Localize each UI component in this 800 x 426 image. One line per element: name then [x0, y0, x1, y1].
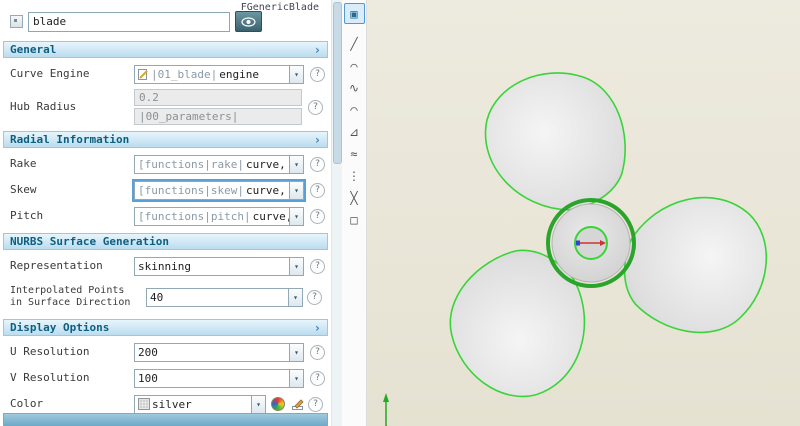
u-resolution-label: U Resolution	[10, 345, 90, 359]
tool-strip: ▣ ╱ ⌒ ∿ ◠ ⊿ ≈ ⋮ ╳ □	[342, 0, 367, 426]
help-icon[interactable]: ?	[308, 396, 323, 412]
curve-tool[interactable]: ◠	[345, 100, 364, 119]
pen-icon: ╱	[350, 36, 358, 51]
name-input[interactable]	[28, 11, 230, 32]
hub-radius-link-field: |00_parameters|	[134, 108, 302, 125]
curve-engine-dropdown[interactable]: ▾	[289, 65, 303, 83]
pitch-field[interactable]: [functions|pitch|curve, 2] ▾	[134, 206, 304, 226]
section-header-radial-information[interactable]: Radial Information ›	[3, 131, 328, 148]
spline-tool[interactable]: ∿	[345, 78, 364, 97]
curve-icon: ◠	[350, 102, 358, 117]
select-icon: ▣	[350, 6, 358, 21]
u-resolution-dropdown[interactable]: ▾	[289, 343, 303, 361]
help-icon[interactable]: ?	[310, 66, 325, 82]
skew-field[interactable]: [functions|skew|curve, 0.7] ▾	[132, 178, 306, 202]
cross-tool[interactable]: ╳	[345, 188, 364, 207]
help-icon[interactable]: ?	[307, 289, 322, 305]
chevron-right-icon: ›	[313, 42, 321, 57]
properties-panel: FGenericBlade General › Curve Engine	[0, 0, 331, 426]
interpolated-points-row: Interpolated Points in Surface Direction…	[0, 279, 331, 315]
edit-color-button[interactable]	[289, 396, 306, 412]
chevron-right-icon: ›	[313, 132, 321, 147]
pen-tool[interactable]: ╱	[345, 34, 364, 53]
representation-field[interactable]: skinning ▾	[134, 256, 304, 276]
select-tool[interactable]: ▣	[343, 3, 365, 24]
color-palette-button[interactable]	[269, 396, 286, 412]
triangle-icon: ⊿	[348, 124, 360, 139]
object-type-title: FGenericBlade	[240, 2, 319, 13]
cross-icon: ╳	[350, 190, 358, 205]
engine-doc-icon	[138, 69, 148, 80]
rake-dropdown[interactable]: ▾	[289, 155, 303, 173]
v-resolution-dropdown[interactable]: ▾	[289, 369, 303, 387]
rake-row: Rake [functions|rake|curve, 1] ▾ ?	[0, 151, 331, 177]
v-resolution-field[interactable]: 100 ▾	[134, 368, 304, 388]
z-axis-marker-icon	[576, 240, 580, 246]
interpolated-points-dropdown[interactable]: ▾	[288, 288, 302, 306]
hub-radius-row: Hub Radius 0.2 |00_parameters| ?	[0, 87, 331, 127]
help-icon[interactable]: ?	[310, 182, 325, 198]
section-header-nurbs-surface-generation[interactable]: NURBS Surface Generation	[3, 233, 328, 250]
v-resolution-label: V Resolution	[10, 371, 90, 385]
color-swatch	[138, 398, 150, 410]
help-icon[interactable]: ?	[310, 208, 325, 224]
u-resolution-row: U Resolution 200 ▾ ?	[0, 339, 331, 365]
curve-engine-field[interactable]: |01_blade| engine ▾	[134, 64, 304, 84]
u-resolution-field[interactable]: 200 ▾	[134, 342, 304, 362]
viewport-canvas[interactable]	[367, 0, 800, 426]
section-header-display-options[interactable]: Display Options ›	[3, 319, 328, 336]
spline-icon: ∿	[348, 80, 360, 95]
help-icon[interactable]: ?	[310, 370, 325, 386]
section-header-general[interactable]: General ›	[3, 41, 328, 58]
skew-row: Skew [functions|skew|curve, 0.7] ▾ ?	[0, 177, 331, 203]
scrollbar-thumb[interactable]	[333, 2, 342, 164]
help-icon[interactable]: ?	[310, 258, 325, 274]
wave-tool[interactable]: ≈	[345, 144, 364, 163]
pitch-dropdown[interactable]: ▾	[289, 207, 303, 225]
arc-icon: ⌒	[350, 58, 358, 73]
hub-radius-value-field: 0.2	[134, 89, 302, 106]
help-icon[interactable]: ?	[308, 99, 323, 115]
help-icon[interactable]: ?	[310, 344, 325, 360]
pencil-icon	[291, 399, 304, 410]
points-tool[interactable]: ⋮	[345, 166, 364, 185]
curve-engine-label: Curve Engine	[10, 67, 90, 81]
interpolated-points-field[interactable]: 40 ▾	[146, 287, 303, 307]
color-field[interactable]: silver ▾	[134, 394, 266, 414]
chevron-right-icon: ›	[313, 320, 321, 335]
palette-icon	[270, 397, 285, 411]
points-icon: ⋮	[348, 168, 360, 183]
color-dropdown[interactable]: ▾	[251, 395, 265, 413]
interpolated-points-label: Interpolated Points in Surface Direction	[10, 285, 131, 308]
object-icon	[10, 15, 23, 28]
eye-icon	[241, 16, 256, 27]
representation-row: Representation skinning ▾ ?	[0, 253, 331, 279]
wave-icon: ≈	[350, 146, 358, 161]
curve-engine-row: Curve Engine |01_blade| engine ▾ ?	[0, 61, 331, 87]
rake-label: Rake	[10, 157, 37, 171]
help-icon[interactable]: ?	[310, 156, 325, 172]
triangle-tool[interactable]: ⊿	[345, 122, 364, 141]
representation-label: Representation	[10, 259, 103, 273]
skew-label: Skew	[10, 183, 37, 197]
viewport-3d[interactable]	[367, 0, 800, 426]
color-label: Color	[10, 397, 44, 411]
rake-field[interactable]: [functions|rake|curve, 1] ▾	[134, 154, 304, 174]
skew-dropdown[interactable]: ▾	[289, 181, 303, 199]
app-window: FGenericBlade General › Curve Engine	[0, 0, 800, 426]
next-section-header-partial[interactable]	[3, 413, 328, 426]
v-resolution-row: V Resolution 100 ▾ ?	[0, 365, 331, 391]
pitch-row: Pitch [functions|pitch|curve, 2] ▾ ?	[0, 203, 331, 229]
visibility-toggle-button[interactable]	[235, 11, 262, 32]
representation-dropdown[interactable]: ▾	[289, 257, 303, 275]
hub-radius-label: Hub Radius	[10, 100, 77, 114]
rect-icon: □	[350, 212, 358, 227]
pitch-label: Pitch	[10, 209, 44, 223]
arc-tool[interactable]: ⌒	[345, 56, 364, 75]
rect-tool[interactable]: □	[345, 210, 364, 229]
